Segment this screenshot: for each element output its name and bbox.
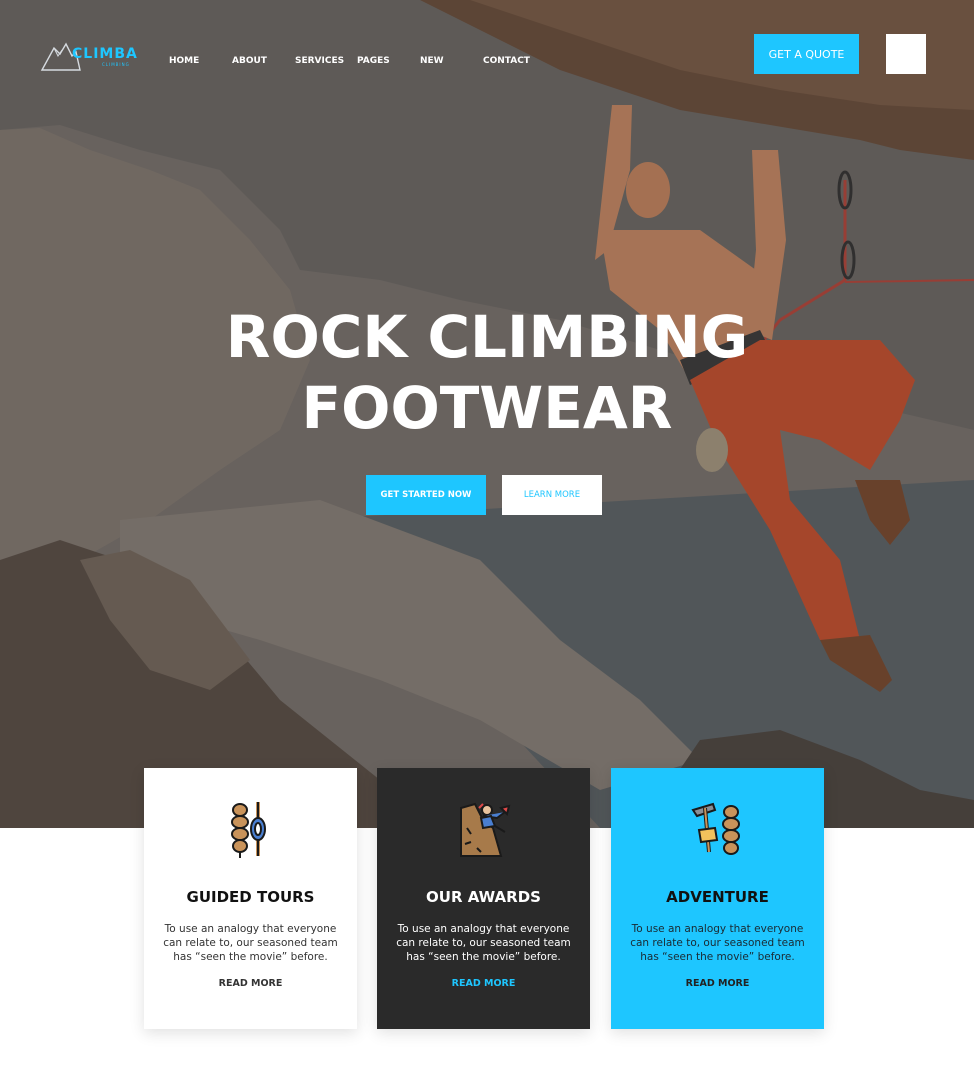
ice-axe-rope-icon (691, 802, 740, 855)
card-description: To use an analogy that everyone can rela… (396, 923, 571, 963)
nav-item-pages[interactable]: PAGES (357, 56, 390, 66)
nav-item-contact[interactable]: CONTACT (483, 56, 530, 66)
brand-name[interactable]: CLIMBA (72, 46, 138, 62)
hero-title: ROCK CLIMBING FOOTWEAR (187, 302, 787, 444)
rope-carabiner-icon (231, 802, 266, 858)
get-started-button[interactable]: GET STARTED NOW (366, 475, 486, 515)
read-more-link[interactable]: READ MORE (611, 978, 824, 989)
nav-item-home[interactable]: HOME (169, 56, 199, 66)
feature-card-guided-tours: GUIDED TOURS To use an analogy that ever… (144, 768, 357, 1029)
card-description: To use an analogy that everyone can rela… (630, 923, 805, 963)
menu-icon[interactable] (886, 34, 926, 74)
feature-card-adventure: ADVENTURE To use an analogy that everyon… (611, 768, 824, 1029)
nav-item-new[interactable]: NEW (420, 56, 444, 66)
get-a-quote-button[interactable]: GET A QUOTE (754, 34, 859, 74)
brand-tagline: CLIMBING (102, 62, 130, 67)
nav-item-about[interactable]: ABOUT (232, 56, 267, 66)
card-description: To use an analogy that everyone can rela… (163, 923, 338, 963)
hero-title-line-2: FOOTWEAR (301, 374, 673, 442)
read-more-link[interactable]: READ MORE (144, 978, 357, 989)
feature-card-our-awards: OUR AWARDS To use an analogy that everyo… (377, 768, 590, 1029)
card-title: ADVENTURE (666, 888, 769, 906)
climber-on-rock-icon (460, 802, 511, 857)
card-title: GUIDED TOURS (186, 888, 315, 906)
hero-title-line-1: ROCK CLIMBING (225, 303, 749, 371)
card-title: OUR AWARDS (426, 888, 541, 906)
learn-more-button[interactable]: LEARN MORE (502, 475, 602, 515)
nav-item-services[interactable]: SERVICES (295, 56, 344, 66)
read-more-link[interactable]: READ MORE (377, 978, 590, 989)
